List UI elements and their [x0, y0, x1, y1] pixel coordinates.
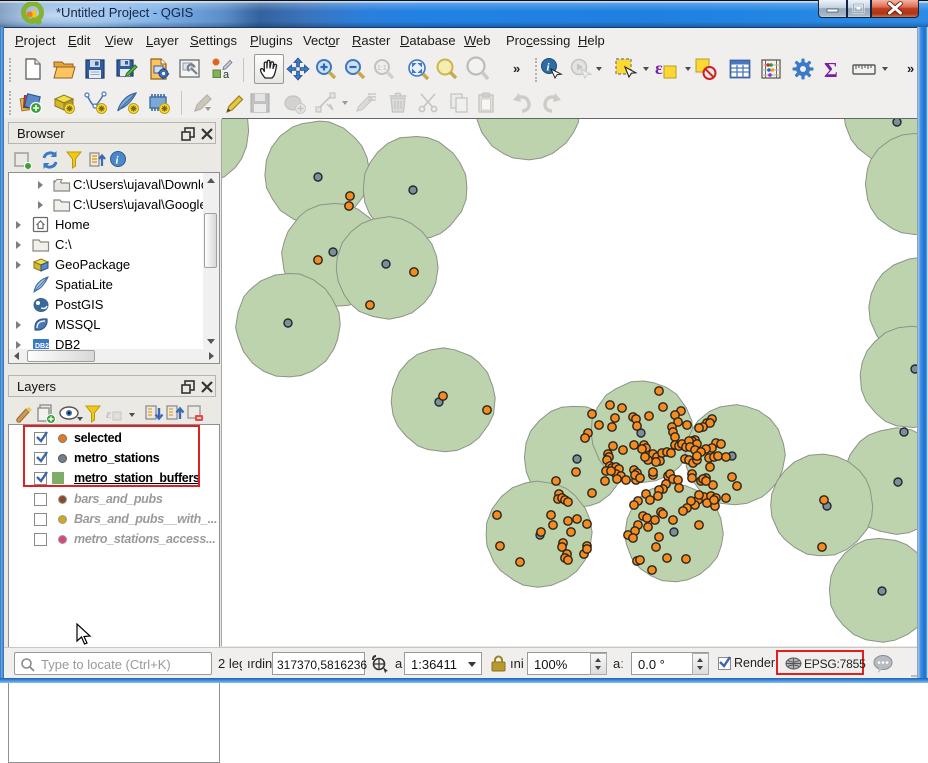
svg-text:ε: ε [655, 58, 663, 78]
svg-text:ε: ε [106, 406, 112, 421]
svg-text:1:1: 1:1 [377, 65, 387, 72]
svg-text:a: a [223, 69, 230, 81]
svg-text:Σ: Σ [824, 58, 838, 81]
